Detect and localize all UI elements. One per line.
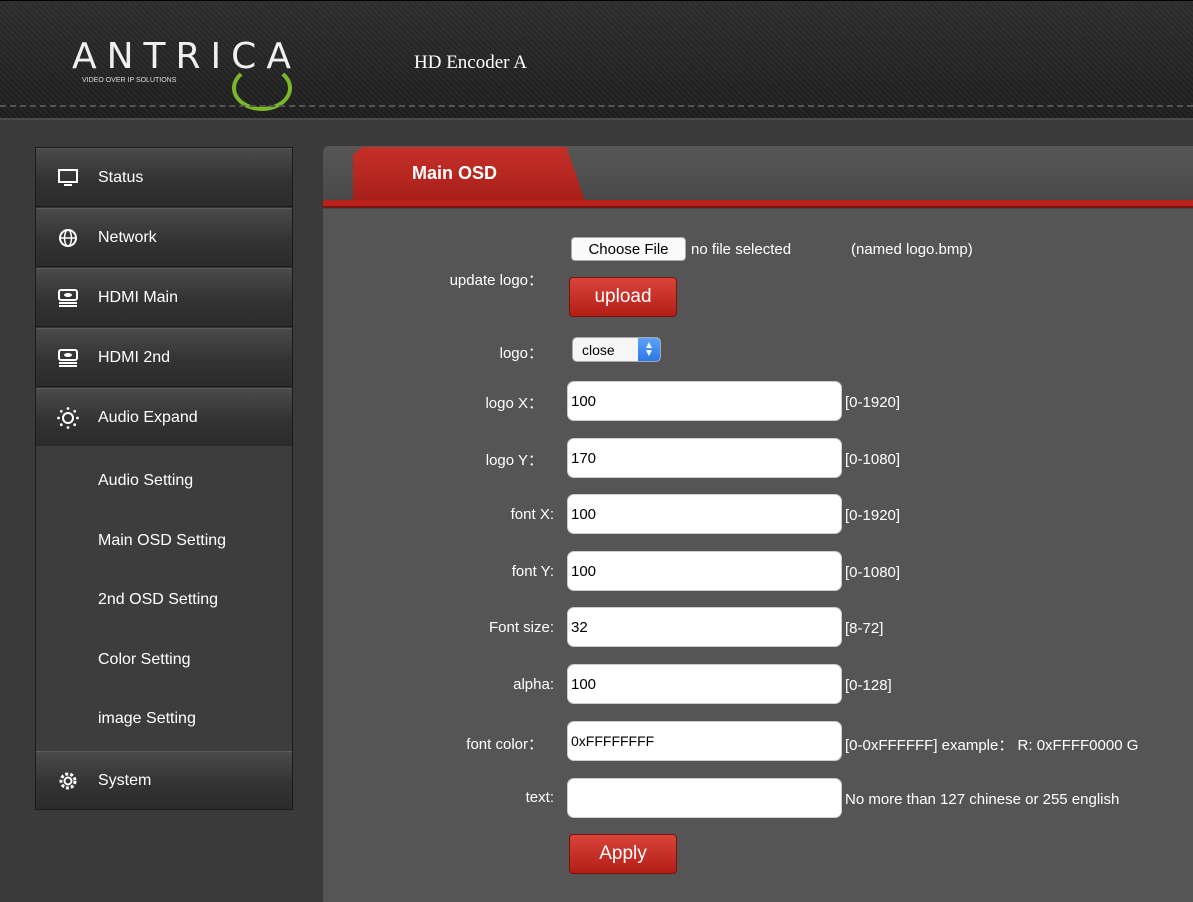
logo-wordmark: ANTRICA [72,36,301,77]
alpha-label: alpha: [513,676,554,693]
logo-label: logo： [499,345,543,362]
select-arrows-icon: ▲ ▼ [638,338,660,361]
logo-x-input[interactable] [567,381,842,421]
upload-button[interactable]: upload [569,277,677,317]
submenu-image-setting[interactable]: image Setting [98,710,196,728]
submenu-color-setting[interactable]: Color Setting [98,651,191,669]
sidebar-item-status[interactable]: Status [36,148,292,207]
sidebar-item-label: HDMI Main [98,288,179,306]
sidebar-item-hdmi-2nd[interactable]: HDMI 2nd [36,328,292,387]
logo-y-label: logo Y： [485,452,543,469]
submenu-audio-setting[interactable]: Audio Setting [98,472,193,490]
logo-y-input[interactable] [567,438,842,478]
antrica-logo: ANTRICA VIDEO OVER IP SOLUTIONS [72,36,322,111]
font-color-label: font color： [466,736,543,753]
font-y-input[interactable] [567,551,842,591]
alpha-range: [0-128] [845,677,892,694]
logo-x-label: logo X： [485,395,543,412]
monitor-icon [54,167,82,189]
logo-filename-note: (named logo.bmp) [851,241,973,258]
hdmi-device-icon [54,347,82,369]
sidebar-item-label: Network [98,228,157,246]
sidebar-item-system[interactable]: System [36,751,292,810]
header-bottom-line [0,118,1193,120]
alpha-input[interactable] [567,664,842,704]
sidebar-item-hdmi-main[interactable]: HDMI Main [36,268,292,327]
logo-y-range: [0-1080] [845,451,901,468]
tab-main-osd-label: Main OSD [412,163,498,183]
sun-gear-icon [54,406,82,429]
font-size-label: Font size: [488,619,554,636]
device-title: HD Encoder A [414,52,527,73]
font-color-range: [0-0xFFFFFF] example： R: 0xFFFF0000 G [845,737,1139,754]
hdmi-device-icon [54,287,82,309]
header-bar: ANTRICA VIDEO OVER IP SOLUTIONS HD Encod… [0,0,1193,120]
sidebar-item-label: Status [98,168,144,186]
font-y-range: [0-1080] [845,564,901,581]
tab-underline-shadow [323,206,1193,208]
apply-button[interactable]: Apply [569,834,677,874]
sidebar: Status Network HDMI Main HDMI 2nd Audio … [35,147,293,810]
font-x-input[interactable] [567,494,842,534]
main-panel: Main OSD update logo： Choose File no fil… [323,146,1193,902]
sidebar-item-network[interactable]: Network [36,208,292,267]
logo-select[interactable]: close ▲ ▼ [572,337,661,362]
font-size-range: [8-72] [845,620,884,637]
font-y-label: font Y: [511,563,554,580]
font-x-label: font X: [510,506,554,523]
logo-select-value: close [582,341,615,358]
gear-icon [54,770,82,792]
sidebar-item-audio-expand[interactable]: Audio Expand [36,388,292,447]
update-logo-label: update logo： [449,272,543,289]
sidebar-item-label: Audio Expand [98,408,198,426]
tab-bar: Main OSD [323,146,1193,209]
text-label: text: [525,789,554,806]
sidebar-item-label: System [98,771,152,789]
text-limit-note: No more than 127 chinese or 255 english [845,791,1120,808]
font-x-range: [0-1920] [845,507,901,524]
logo-tagline: VIDEO OVER IP SOLUTIONS [82,77,177,84]
font-size-input[interactable] [567,607,842,647]
no-file-selected-text: no file selected [691,241,792,258]
text-input[interactable] [567,778,842,818]
choose-file-button[interactable]: Choose File [571,237,686,261]
logo-x-range: [0-1920] [845,394,901,411]
submenu-main-osd-setting[interactable]: Main OSD Setting [98,532,226,550]
font-color-input[interactable] [567,721,842,761]
globe-icon [54,227,82,249]
submenu-2nd-osd-setting[interactable]: 2nd OSD Setting [98,591,218,609]
header-divider [0,105,1193,107]
audio-expand-submenu: Audio Setting Main OSD Setting 2nd OSD S… [36,446,292,752]
sidebar-item-label: HDMI 2nd [98,348,171,366]
